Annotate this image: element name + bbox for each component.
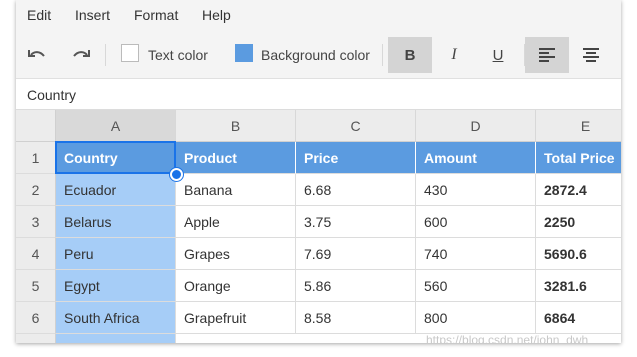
cell-e1[interactable]: Total Price [536,142,621,174]
cell-e2[interactable]: 2872.4 [536,174,621,206]
cell-partial[interactable] [56,334,176,343]
menu-insert[interactable]: Insert [75,7,110,23]
italic-icon: I [451,46,457,63]
cell-d6[interactable]: 800 [416,302,536,334]
cell-a1[interactable]: Country [56,142,176,174]
fill-handle[interactable] [170,168,183,181]
menu-bar: Edit Insert Format Help [16,0,621,31]
cell-e4[interactable]: 5690.6 [536,238,621,270]
align-left-button[interactable] [525,37,569,73]
cell-a2[interactable]: Ecuador [56,174,176,206]
cell-d2[interactable]: 430 [416,174,536,206]
cell-c6[interactable]: 8.58 [296,302,416,334]
text-color-label[interactable]: Text color [148,47,208,63]
cell-d3[interactable]: 600 [416,206,536,238]
cell-b6[interactable]: Grapefruit [176,302,296,334]
cell-d1[interactable]: Amount [416,142,536,174]
text-color-swatch[interactable] [121,44,139,62]
bold-button[interactable]: B [388,37,432,73]
align-center-button[interactable] [569,37,613,73]
cell-c4[interactable]: 7.69 [296,238,416,270]
formula-bar[interactable]: Country [16,79,621,110]
undo-icon[interactable] [25,43,49,67]
cell-c3[interactable]: 3.75 [296,206,416,238]
column-header-b[interactable]: B [176,110,296,142]
cell-a5[interactable]: Egypt [56,270,176,302]
column-header-a[interactable]: A [56,110,176,142]
row-header-3[interactable]: 3 [16,206,56,238]
underline-icon: U [492,46,504,64]
toolbar: Text color Background color B I U [16,31,621,79]
bold-icon: B [404,46,416,64]
cell-a6[interactable]: South Africa [56,302,176,334]
menu-format[interactable]: Format [134,7,178,23]
cell-e3[interactable]: 2250 [536,206,621,238]
row-header-4[interactable]: 4 [16,238,56,270]
cell-b1[interactable]: Product [176,142,296,174]
row-header-5[interactable]: 5 [16,270,56,302]
row-header-6[interactable]: 6 [16,302,56,334]
row-header-2[interactable]: 2 [16,174,56,206]
select-all-corner[interactable] [16,110,56,142]
cell-c2[interactable]: 6.68 [296,174,416,206]
cell-e5[interactable]: 3281.6 [536,270,621,302]
cell-e6[interactable]: 6864 [536,302,621,334]
menu-edit[interactable]: Edit [27,7,51,23]
cell-b5[interactable]: Orange [176,270,296,302]
background-color-label[interactable]: Background color [261,47,370,63]
redo-icon[interactable] [69,43,93,67]
watermark: https://blog.csdn.net/john_dwh [426,333,589,343]
toolbar-divider [382,44,383,66]
cell-c5[interactable]: 5.86 [296,270,416,302]
underline-button[interactable]: U [476,37,520,73]
menu-help[interactable]: Help [202,7,231,23]
cell-b2[interactable]: Banana [176,174,296,206]
cell-c1[interactable]: Price [296,142,416,174]
cell-d5[interactable]: 560 [416,270,536,302]
cell-a4[interactable]: Peru [56,238,176,270]
column-header-e[interactable]: E [536,110,621,142]
cell-b3[interactable]: Apple [176,206,296,238]
background-color-swatch[interactable] [235,44,253,62]
align-center-icon [583,48,599,62]
column-header-c[interactable]: C [296,110,416,142]
italic-button[interactable]: I [432,37,476,73]
spreadsheet-window: Edit Insert Format Help Text color Backg… [16,0,621,343]
formula-bar-value: Country [27,87,77,103]
row-header-1[interactable]: 1 [16,142,56,174]
align-left-icon [539,48,555,62]
row-header-partial[interactable] [16,334,56,343]
cell-b4[interactable]: Grapes [176,238,296,270]
cell-d4[interactable]: 740 [416,238,536,270]
column-header-d[interactable]: D [416,110,536,142]
cell-a3[interactable]: Belarus [56,206,176,238]
toolbar-divider [105,44,106,66]
